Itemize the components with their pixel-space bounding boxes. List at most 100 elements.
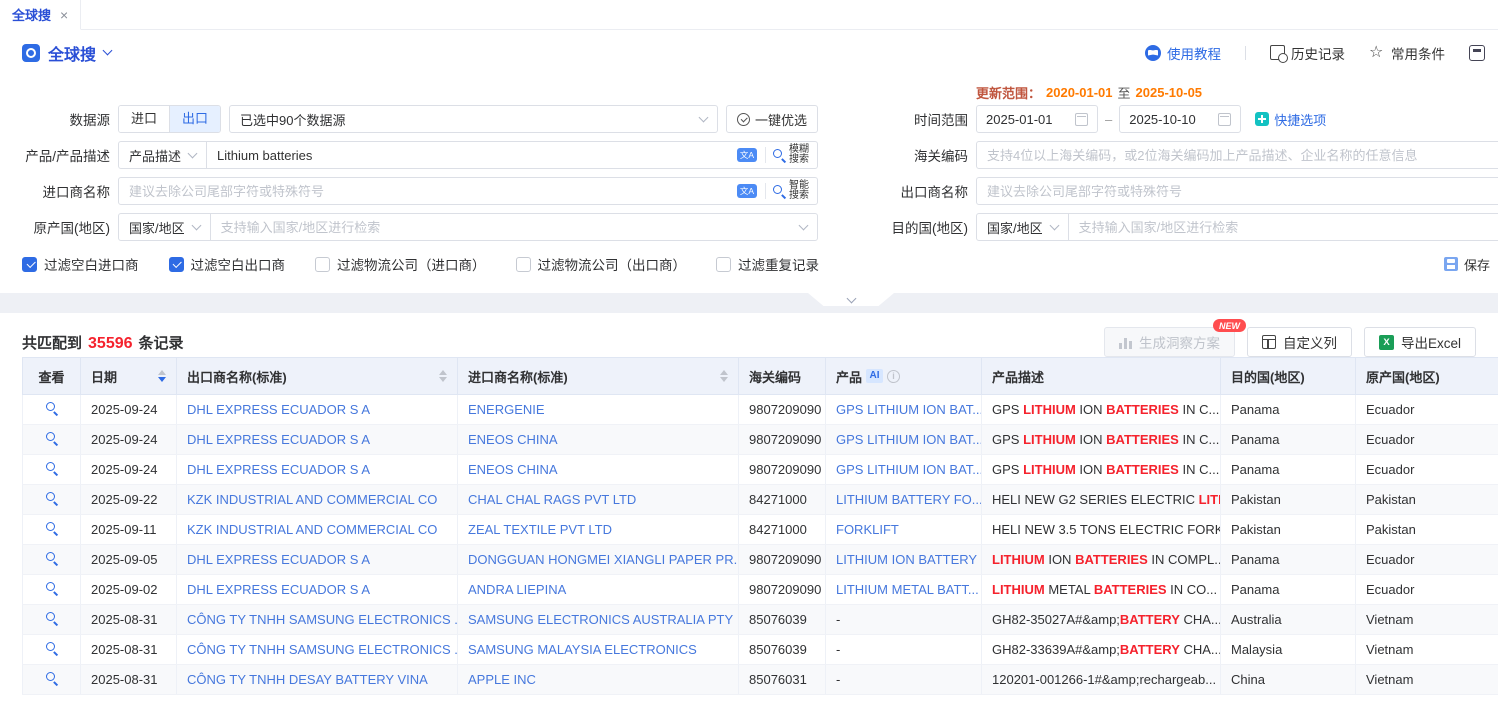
column-header-exporter[interactable]: 出口商名称(标准) [177, 358, 458, 395]
view-record-icon[interactable] [45, 611, 59, 625]
view-record-icon[interactable] [45, 491, 59, 505]
save-button[interactable]: 保存 [1444, 255, 1490, 274]
cell-exporter: DHL EXPRESS ECUADOR S A [177, 545, 458, 575]
importer-link[interactable]: DONGGUAN HONGMEI XIANGLI PAPER PR... [468, 552, 739, 567]
tutorial-button[interactable]: 使用教程 [1145, 43, 1221, 63]
panel-gap [0, 293, 1498, 313]
translate-icon[interactable]: 文A [737, 184, 757, 199]
tab-global-search[interactable]: 全球搜 × [0, 0, 81, 30]
import-toggle-button[interactable]: 进口 [119, 106, 169, 132]
importer-link[interactable]: CHAL CHAL RAGS PVT LTD [468, 492, 636, 507]
close-icon[interactable]: × [60, 7, 68, 23]
exporter-input[interactable] [976, 177, 1498, 205]
start-date-input[interactable]: 2025-01-01 [976, 105, 1098, 133]
exporter-link[interactable]: CÔNG TY TNHH SAMSUNG ELECTRONICS ... [187, 642, 458, 657]
product-link[interactable]: LITHIUM ION BATTERY [836, 552, 977, 567]
exporter-link[interactable]: DHL EXPRESS ECUADOR S A [187, 462, 370, 477]
chevron-down-icon [846, 294, 856, 304]
cell-view [23, 605, 81, 635]
destination-country-type-select[interactable]: 国家/地区 [977, 214, 1069, 240]
importer-link[interactable]: ENEOS CHINA [468, 432, 558, 447]
importer-search-group: 文A 智能搜索 [118, 177, 818, 205]
importer-link[interactable]: APPLE INC [468, 672, 536, 687]
checkbox-icon [716, 257, 731, 272]
cell-product: - [826, 635, 982, 665]
filter-checkbox[interactable]: 过滤物流公司（进口商） [315, 254, 486, 274]
cell-description: HELI NEW 3.5 TONS ELECTRIC FORKL... [982, 515, 1221, 545]
importer-input[interactable] [119, 178, 733, 204]
view-record-icon[interactable] [45, 641, 59, 655]
quick-options-button[interactable]: 快捷选项 [1255, 110, 1326, 129]
info-icon[interactable]: i [887, 370, 900, 383]
origin-country-type-select[interactable]: 国家/地区 [119, 214, 211, 240]
sort-icon[interactable] [439, 370, 447, 382]
hs-code-input[interactable] [976, 141, 1498, 169]
sort-icon[interactable] [720, 370, 728, 382]
export-excel-button[interactable]: X 导出Excel [1364, 327, 1476, 357]
custom-columns-button[interactable]: 自定义列 [1247, 327, 1352, 357]
divider [765, 147, 766, 163]
exporter-label: 出口商名称 [818, 181, 968, 201]
view-record-icon[interactable] [45, 581, 59, 595]
cell-hs-code: 85076039 [739, 635, 826, 665]
filter-checkbox[interactable]: 过滤空白出口商 [169, 254, 286, 274]
exporter-link[interactable]: KZK INDUSTRIAL AND COMMERCIAL CO [187, 492, 437, 507]
generate-insight-button[interactable]: 生成洞察方案 NEW [1104, 327, 1235, 357]
filter-checkbox[interactable]: 过滤重复记录 [716, 254, 819, 274]
checkbox-label: 过滤物流公司（出口商） [538, 254, 687, 274]
view-record-icon[interactable] [45, 521, 59, 535]
product-link[interactable]: GPS LITHIUM ION BAT... [836, 462, 982, 477]
chevron-down-icon[interactable] [103, 46, 113, 56]
saved-conditions-button[interactable]: 常用条件 [1369, 43, 1445, 63]
translate-icon[interactable]: 文A [737, 148, 757, 163]
sort-icon[interactable] [158, 370, 166, 382]
smart-search-button[interactable]: 智能搜索 [770, 181, 817, 202]
importer-link[interactable]: SAMSUNG ELECTRONICS AUSTRALIA PTY [468, 612, 733, 627]
product-link[interactable]: LITHIUM BATTERY FO... [836, 492, 982, 507]
column-header-product: 产品AIi [826, 358, 982, 395]
view-record-icon[interactable] [45, 461, 59, 475]
filter-checkbox[interactable]: 过滤空白进口商 [22, 254, 139, 274]
importer-link[interactable]: SAMSUNG MALAYSIA ELECTRONICS [468, 642, 697, 657]
destination-country-group: 国家/地区 [976, 213, 1498, 241]
export-toggle-button[interactable]: 出口 [169, 106, 220, 132]
exporter-link[interactable]: DHL EXPRESS ECUADOR S A [187, 582, 370, 597]
filter-checkbox[interactable]: 过滤物流公司（出口商） [516, 254, 687, 274]
fuzzy-search-button[interactable]: 模糊搜索 [770, 145, 817, 166]
exporter-link[interactable]: KZK INDUSTRIAL AND COMMERCIAL CO [187, 522, 437, 537]
exporter-link[interactable]: CÔNG TY TNHH SAMSUNG ELECTRONICS ... [187, 612, 458, 627]
cell-view [23, 425, 81, 455]
end-date-input[interactable]: 2025-10-10 [1119, 105, 1241, 133]
importer-link[interactable]: ENEOS CHINA [468, 462, 558, 477]
origin-country-input[interactable] [211, 214, 800, 240]
exporter-link[interactable]: CÔNG TY TNHH DESAY BATTERY VINA [187, 672, 428, 687]
data-source-select[interactable]: 已选中90个数据源 [229, 105, 718, 133]
table-header-row: 查看日期出口商名称(标准)进口商名称(标准)海关编码产品AIi产品描述目的国(地… [23, 358, 1498, 395]
one-click-optimize-button[interactable]: 一键优选 [726, 105, 818, 133]
page-header: 全球搜 使用教程 历史记录 常用条件 [0, 30, 1498, 75]
destination-country-input[interactable] [1069, 214, 1498, 240]
importer-link[interactable]: ANDRA LIEPINA [468, 582, 566, 597]
product-link[interactable]: LITHIUM METAL BATT... [836, 582, 979, 597]
cell-hs-code: 84271000 [739, 515, 826, 545]
product-link[interactable]: GPS LITHIUM ION BAT... [836, 432, 982, 447]
clipped-edge-icon[interactable] [1469, 45, 1485, 61]
exporter-link[interactable]: DHL EXPRESS ECUADOR S A [187, 432, 370, 447]
column-header-date[interactable]: 日期 [81, 358, 177, 395]
exporter-link[interactable]: DHL EXPRESS ECUADOR S A [187, 402, 370, 417]
product-link[interactable]: GPS LITHIUM ION BAT... [836, 402, 982, 417]
history-button[interactable]: 历史记录 [1270, 43, 1345, 63]
chevron-down-icon [699, 113, 709, 123]
exporter-link[interactable]: DHL EXPRESS ECUADOR S A [187, 552, 370, 567]
view-record-icon[interactable] [45, 401, 59, 415]
importer-link[interactable]: ENERGENIE [468, 402, 545, 417]
view-record-icon[interactable] [45, 431, 59, 445]
column-header-importer[interactable]: 进口商名称(标准) [458, 358, 739, 395]
importer-link[interactable]: ZEAL TEXTILE PVT LTD [468, 522, 612, 537]
product-type-select[interactable]: 产品描述 [119, 142, 207, 168]
view-record-icon[interactable] [45, 671, 59, 685]
origin-country-label: 原产国(地区) [0, 217, 110, 237]
view-record-icon[interactable] [45, 551, 59, 565]
product-link[interactable]: FORKLIFT [836, 522, 899, 537]
product-input[interactable] [207, 142, 733, 168]
